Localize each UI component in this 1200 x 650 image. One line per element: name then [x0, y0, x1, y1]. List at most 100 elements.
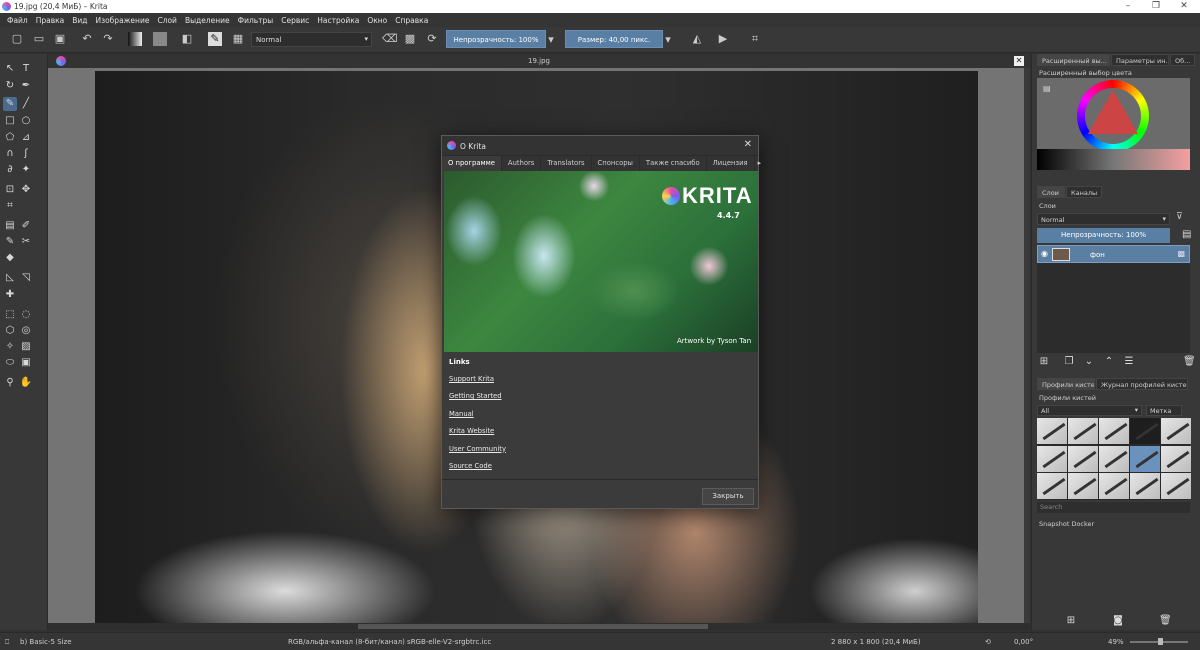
menu-file[interactable]: Файл: [3, 16, 32, 25]
blend-mode-select[interactable]: Normal ▾: [251, 32, 372, 47]
move-layer-up-icon[interactable]: ⌃: [1103, 355, 1115, 369]
restore-icon[interactable]: ❐: [1142, 0, 1170, 13]
delete-snapshot-icon[interactable]: 🗑: [1159, 614, 1172, 628]
tab-channels[interactable]: Каналы: [1066, 186, 1102, 198]
layer-row[interactable]: ◉ фон ▩: [1037, 245, 1190, 263]
menu-image[interactable]: Изображение: [92, 16, 154, 25]
color-settings-icon[interactable]: ▤: [1043, 84, 1051, 93]
link-source-code[interactable]: Source Code: [449, 462, 749, 470]
menu-help[interactable]: Справка: [391, 16, 432, 25]
brush-search-input[interactable]: Search: [1037, 502, 1190, 513]
menu-edit[interactable]: Правка: [32, 16, 69, 25]
tab-sponsors[interactable]: Спонсоры: [592, 156, 640, 171]
brush-preset[interactable]: [1130, 473, 1160, 500]
fill-tool-icon[interactable]: ◆: [3, 251, 17, 265]
move-layer-down-icon[interactable]: ⌄: [1083, 355, 1095, 369]
close-button[interactable]: Закрыть: [702, 488, 754, 505]
rect-selection-tool-icon[interactable]: ⬚: [3, 308, 17, 322]
add-snapshot-icon[interactable]: ⊞: [1065, 614, 1077, 628]
brush-preset[interactable]: [1130, 418, 1160, 444]
brush-filter-select[interactable]: All ▾: [1037, 405, 1142, 416]
filter-icon[interactable]: ⊽: [1176, 212, 1183, 222]
move-tool-icon[interactable]: ✥: [19, 183, 33, 197]
tabs-scroll-right-icon[interactable]: ▸: [755, 156, 764, 171]
layer-opacity-slider[interactable]: Непрозрачность: 100%: [1037, 228, 1170, 243]
tab-tool-options[interactable]: Параметры ин...: [1111, 54, 1169, 66]
reload-preset-icon[interactable]: ⟳: [425, 32, 439, 46]
tab-advanced-color-selector[interactable]: Расширенный вы...: [1037, 54, 1110, 66]
tab-authors[interactable]: Authors: [502, 156, 542, 171]
brush-preset[interactable]: [1068, 473, 1098, 500]
brush-preset[interactable]: [1068, 418, 1098, 444]
color-picker-tool-icon[interactable]: ✐: [19, 219, 33, 233]
link-user-community[interactable]: User Community: [449, 445, 749, 453]
menu-layer[interactable]: Слой: [153, 16, 181, 25]
brush-preset[interactable]: [1099, 473, 1129, 500]
wrap-around-icon[interactable]: ⌗: [748, 32, 762, 46]
save-icon[interactable]: ▣: [53, 32, 67, 46]
canvas-tab-title[interactable]: 19.jpg: [528, 57, 550, 65]
delete-layer-icon[interactable]: 🗑: [1183, 355, 1196, 369]
duplicate-layer-icon[interactable]: ❐: [1063, 355, 1075, 369]
scrollbar-thumb[interactable]: [358, 624, 708, 629]
magnetic-selection-tool-icon[interactable]: ▣: [19, 356, 33, 370]
edit-shapes-tool-icon[interactable]: ↻: [3, 79, 17, 93]
zoom-tool-icon[interactable]: ⚲: [3, 376, 17, 390]
undo-icon[interactable]: ↶: [80, 32, 94, 46]
gradient-tool-icon[interactable]: ▤: [3, 219, 17, 233]
brush-tag-button[interactable]: Метка: [1146, 405, 1182, 416]
canvas-vertical-scrollbar[interactable]: [1024, 68, 1030, 624]
polyline-tool-icon[interactable]: ⊿: [19, 131, 33, 145]
dynamic-brush-tool-icon[interactable]: ∂: [3, 163, 17, 177]
color-triangle[interactable]: [1088, 90, 1138, 134]
minimize-icon[interactable]: –: [1114, 0, 1142, 13]
pan-tool-icon[interactable]: ✋: [19, 376, 33, 390]
link-support-krita[interactable]: Support Krita: [449, 375, 749, 383]
fg-bg-color-icon[interactable]: ◧: [180, 32, 194, 46]
brush-preset[interactable]: [1037, 418, 1067, 444]
freehand-brush-tool-icon[interactable]: ✎: [3, 97, 17, 111]
link-manual[interactable]: Manual: [449, 410, 749, 418]
tab-brush-presets[interactable]: Профили кистей: [1037, 378, 1095, 390]
brush-preset[interactable]: [1037, 445, 1067, 472]
size-slider[interactable]: Размер: 40,00 пикс.: [565, 30, 663, 48]
brush-preset[interactable]: [1099, 445, 1129, 472]
brush-preset[interactable]: [1161, 445, 1191, 472]
alpha-lock-icon[interactable]: ▩: [403, 32, 417, 46]
eraser-icon[interactable]: ⌫: [382, 32, 398, 46]
tab-license[interactable]: Лицензия: [707, 156, 755, 171]
layer-blend-select[interactable]: Normal ▾: [1037, 213, 1170, 225]
menu-settings[interactable]: Настройка: [313, 16, 363, 25]
brush-preset-selected[interactable]: [1130, 445, 1160, 472]
colorize-mask-tool-icon[interactable]: ✎: [3, 235, 17, 249]
tab-layers[interactable]: Слои: [1037, 186, 1065, 198]
close-window-icon[interactable]: ✕: [1170, 0, 1198, 13]
layer-list-options-icon[interactable]: ▤: [1182, 229, 1191, 240]
tab-about[interactable]: О программе: [442, 156, 502, 171]
multibrush-tool-icon[interactable]: ✦: [19, 163, 33, 177]
select-shapes-tool-icon[interactable]: ↖: [3, 62, 17, 76]
opacity-slider[interactable]: Непрозрачность: 100%: [446, 30, 546, 48]
tab-translators[interactable]: Translators: [541, 156, 592, 171]
close-dialog-icon[interactable]: ✕: [744, 139, 752, 150]
ellipse-selection-tool-icon[interactable]: ◌: [19, 308, 33, 322]
alpha-lock-layer-icon[interactable]: ▩: [1177, 249, 1185, 258]
polygon-selection-tool-icon[interactable]: ⬡: [3, 324, 17, 338]
rotation-icon[interactable]: ⟲: [985, 638, 991, 646]
calligraphy-tool-icon[interactable]: ✒: [19, 79, 33, 93]
brush-preset[interactable]: [1068, 445, 1098, 472]
menu-select[interactable]: Выделение: [181, 16, 234, 25]
rectangle-tool-icon[interactable]: □: [3, 114, 17, 128]
brush-preset-icon[interactable]: ✎: [208, 32, 222, 46]
new-document-icon[interactable]: ▢: [10, 32, 24, 46]
menu-view[interactable]: Вид: [68, 16, 91, 25]
smart-patch-tool-icon[interactable]: ✂: [19, 235, 33, 249]
menu-filters[interactable]: Фильтры: [234, 16, 278, 25]
assistant-tool-icon[interactable]: ◺: [3, 271, 17, 285]
freehand-selection-tool-icon[interactable]: ◎: [19, 324, 33, 338]
bezier-selection-tool-icon[interactable]: ⬭: [3, 356, 17, 370]
measure-tool-icon[interactable]: ◹: [19, 271, 33, 285]
color-history-bar[interactable]: [1037, 149, 1190, 170]
link-krita-website[interactable]: Krita Website: [449, 427, 749, 435]
contiguous-selection-tool-icon[interactable]: ✧: [3, 340, 17, 354]
